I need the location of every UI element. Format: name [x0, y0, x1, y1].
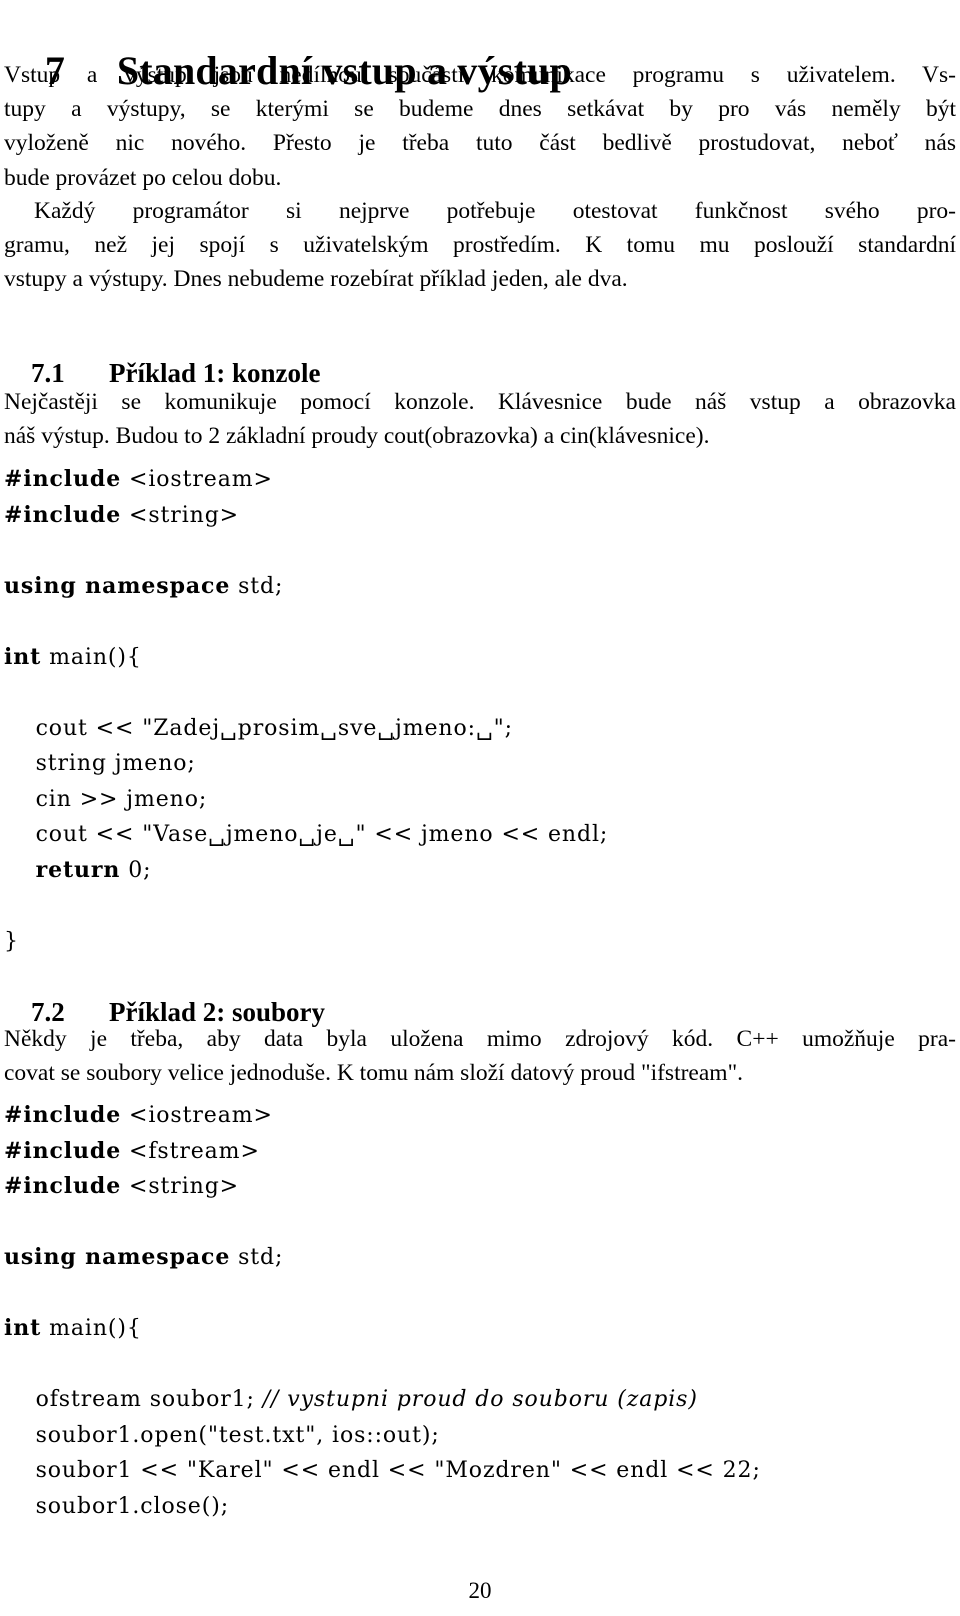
paragraph-line: tupy a výstupy, se kterými se budeme dne…: [4, 96, 956, 123]
code-line: using namespace std;: [4, 569, 608, 605]
code-line: cout << "Zadej␣prosim␣sve␣jmeno:␣";: [4, 711, 608, 747]
code-text: cout << "Zadej␣prosim␣sve␣jmeno:␣";: [4, 715, 513, 741]
code-text: soubor1.open("test.txt", ios::out);: [4, 1422, 440, 1448]
paragraph-line: gramu, než jej spojí s uživatelským pros…: [4, 232, 956, 259]
code-text: }: [4, 928, 19, 954]
code-keyword: #include: [4, 1137, 122, 1164]
code-keyword: #include: [4, 1102, 122, 1128]
subsection-title: Příklad 1: konzole: [109, 358, 321, 389]
paragraph-line: covat se soubory velice jednoduše. K tom…: [4, 1060, 744, 1087]
paragraph-line: bude provázet po celou dobu.: [4, 164, 282, 191]
code-text: <iostream>: [121, 467, 273, 492]
code-text: 0;: [120, 857, 152, 883]
code-keyword: using namespace: [4, 572, 231, 599]
code-text: <fstream>: [121, 1138, 260, 1164]
intro-paragraph: Vstup a výstup jsou nedílnou součástí ko…: [4, 58, 956, 195]
code-keyword: int: [4, 1315, 42, 1341]
code-line: soubor1.close();: [4, 1489, 761, 1525]
code-keyword: using namespace: [4, 1244, 231, 1270]
code-text: soubor1 << "Karel" << endl << "Mozdren" …: [4, 1458, 761, 1483]
code-listing-files: #include <iostream> #include <fstream> #in…: [4, 1098, 761, 1524]
paragraph-line: vstupy a výstupy. Dnes nebudeme rozebíra…: [4, 266, 628, 293]
page-number: 20: [468, 1578, 492, 1603]
code-text: string jmeno;: [4, 751, 196, 776]
code-text: main(){: [41, 1316, 142, 1341]
code-comment: // vystupni proud do souboru (zapis): [262, 1387, 698, 1412]
code-text: std;: [230, 573, 284, 599]
code-listing-console: #include <iostream> #include <string> usin…: [4, 462, 608, 959]
paragraph-line: Vstup a výstup jsou nedílnou součástí ko…: [4, 62, 956, 88]
code-line: return 0;: [4, 853, 608, 889]
code-line: }: [4, 924, 608, 960]
code-line: #include <iostream>: [4, 1098, 761, 1134]
paragraph-line: Každý programátor si nejprve potřebuje o…: [34, 198, 956, 224]
code-text: cout << "Vase␣jmeno␣je␣" << jmeno << end…: [4, 822, 609, 847]
code-text: ofstream soubor1;: [4, 1387, 263, 1412]
code-keyword: int: [4, 643, 42, 670]
code-line: int main(){: [4, 640, 608, 676]
code-line: #include <string>: [4, 498, 608, 534]
second-paragraph: Každý programátor si nejprve potřebuje o…: [4, 194, 956, 297]
code-line: using namespace std;: [4, 1240, 761, 1276]
code-line: soubor1.open("test.txt", ios::out);: [4, 1418, 761, 1454]
code-line: #include <iostream>: [4, 462, 608, 498]
code-line: ofstream soubor1; // vystupni proud do s…: [4, 1382, 761, 1418]
code-text: <iostream>: [121, 1103, 273, 1128]
paragraph-line: náš výstup. Budou to 2 základní proudy c…: [4, 423, 710, 450]
code-line: int main(){: [4, 1311, 761, 1347]
code-line: cout << "Vase␣jmeno␣je␣" << jmeno << end…: [4, 817, 608, 853]
subsection2-paragraph: Někdy je třeba, aby data byla uložena mi…: [4, 1022, 956, 1090]
paragraph-line: Nejčastěji se komunikuje pomocí konzole.…: [4, 389, 956, 415]
code-line: #include <fstream>: [4, 1134, 761, 1170]
code-line: cin >> jmeno;: [4, 782, 608, 818]
code-keyword: #include: [4, 501, 122, 528]
code-keyword: return: [35, 856, 121, 883]
code-line: string jmeno;: [4, 746, 608, 782]
code-keyword: #include: [4, 1173, 122, 1199]
subsection1-paragraph: Nejčastěji se komunikuje pomocí konzole.…: [4, 385, 956, 453]
code-text: <string>: [121, 502, 240, 528]
code-text: cin >> jmeno;: [4, 786, 208, 812]
code-line: #include <string>: [4, 1169, 761, 1205]
paragraph-line: vyloženě nic nového. Přesto je třeba tut…: [4, 130, 956, 157]
code-text: <string>: [121, 1174, 240, 1199]
paragraph-line: Někdy je třeba, aby data byla uložena mi…: [4, 1026, 956, 1052]
code-text: main(){: [41, 644, 142, 670]
code-text: soubor1.close();: [4, 1493, 230, 1519]
code-text: std;: [230, 1245, 284, 1270]
code-keyword: #include: [4, 466, 122, 492]
code-line: soubor1 << "Karel" << endl << "Mozdren" …: [4, 1453, 761, 1489]
document-page: 7 Standardní vstup a výstup Vstup a výstu…: [0, 0, 960, 1616]
